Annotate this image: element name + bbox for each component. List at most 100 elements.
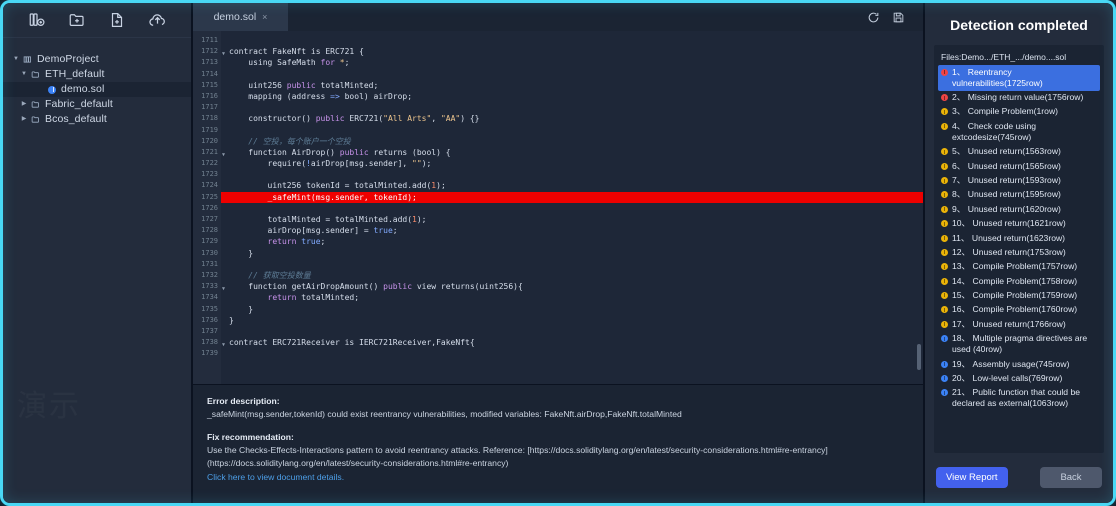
tree-item-demoproject[interactable]: ▼ DemoProject (3, 52, 191, 67)
result-item[interactable]: 14、 Compile Problem(1758row) (938, 274, 1100, 288)
result-item[interactable]: 17、 Unused return(1766row) (938, 317, 1100, 331)
chevron-icon[interactable]: ▶ (19, 97, 29, 112)
result-item[interactable]: 9、 Unused return(1620row) (938, 202, 1100, 216)
result-item[interactable]: 2、 Missing return value(1756row) (938, 91, 1100, 105)
result-item-label: 15、 Compile Problem(1759row) (952, 289, 1078, 300)
line-number: 1725 (201, 192, 218, 201)
code-token: public (315, 114, 345, 124)
result-item[interactable]: 3、 Compile Problem(1row) (938, 105, 1100, 119)
code-token: using SafeMath (229, 58, 321, 68)
result-item-label: 18、 Multiple pragma directives are used … (952, 333, 1088, 355)
upload-cloud-icon[interactable] (146, 9, 168, 31)
refresh-icon[interactable] (867, 11, 880, 24)
result-item[interactable]: 12、 Unused return(1753row) (938, 245, 1100, 259)
result-item[interactable]: 8、 Unused return(1595row) (938, 188, 1100, 202)
code-line: require(!airDrop[msg.sender], ""); (229, 158, 923, 169)
severity-high-icon (941, 68, 948, 76)
tab-label: demo.sol (213, 11, 257, 23)
code-token: => (330, 91, 340, 101)
code-token: ERC721( (344, 114, 384, 124)
code-token: true (373, 226, 393, 236)
result-item[interactable]: 6、 Unused return(1565row) (938, 159, 1100, 173)
detection-results-list[interactable]: Files:Demo.../ETH_.../demo....sol 1、 Ree… (934, 45, 1104, 453)
tree-item-demo-sol[interactable]: demo.sol (3, 82, 191, 97)
result-item[interactable]: 18、 Multiple pragma directives are used … (938, 331, 1100, 357)
save-icon[interactable] (892, 11, 905, 24)
line-number: 1716 (201, 91, 218, 100)
line-number: 1728 (201, 226, 218, 235)
new-project-icon[interactable] (26, 9, 48, 31)
code-token: bool) airDrop; (339, 91, 413, 101)
result-item[interactable]: 15、 Compile Problem(1759row) (938, 288, 1100, 302)
sidebar-toolbar (3, 3, 191, 38)
editor-vertical-scrollbar[interactable] (917, 344, 921, 370)
code-token: ) {} (460, 114, 480, 124)
tree-item-fabric-default[interactable]: ▶ Fabric_default (3, 97, 191, 112)
result-item-label: 16、 Compile Problem(1760row) (952, 304, 1078, 315)
code-line: } (229, 304, 923, 315)
line-number: 1739 (201, 349, 218, 358)
files-path-label: Files:Demo.../ETH_.../demo....sol (941, 52, 1067, 62)
code-line: // 空投，每个账户一个空投 (229, 136, 923, 147)
result-item-label: 9、 Unused return(1620row) (952, 203, 1061, 214)
result-item[interactable]: 11、 Unused return(1623row) (938, 231, 1100, 245)
code-token: contract (229, 47, 273, 57)
new-folder-icon[interactable] (66, 9, 88, 31)
tree-item-eth-default[interactable]: ▼ ETH_default (3, 67, 191, 82)
chevron-icon[interactable]: ▼ (11, 52, 21, 67)
result-item[interactable]: 16、 Compile Problem(1760row) (938, 303, 1100, 317)
line-number: 1732 (201, 270, 218, 279)
chevron-icon[interactable]: ▶ (19, 112, 29, 127)
code-token: for (320, 58, 335, 68)
result-item[interactable]: 4、 Check code using extcodesize(745row) (938, 119, 1100, 145)
severity-low-icon (941, 389, 948, 397)
tree-item-bcos-default[interactable]: ▶ Bcos_default (3, 112, 191, 127)
new-file-icon[interactable] (106, 9, 128, 31)
editor-actions (867, 3, 923, 31)
result-items-container: 1、 Reentrancy vulnerabilities(1725row) 2、… (938, 65, 1100, 411)
result-item[interactable]: 1、 Reentrancy vulnerabilities(1725row) (938, 65, 1100, 91)
code-token: ; (320, 237, 326, 247)
fix-recommendation-body: Use the Checks-Effects-Interactions patt… (207, 445, 828, 456)
tree-item-label: Bcos_default (45, 113, 107, 125)
close-icon[interactable]: × (262, 12, 267, 22)
result-item-label: 10、 Unused return(1621row) (952, 218, 1066, 229)
severity-medium-icon (941, 248, 948, 256)
chevron-icon[interactable]: ▼ (19, 67, 29, 82)
result-item-label: 13、 Compile Problem(1757row) (952, 261, 1078, 272)
code-editor[interactable]: 1711 1712 ▼ 1713 1714 1715 1716 1717 1718 1719 172… (193, 31, 923, 385)
code-token: { (354, 47, 364, 57)
result-item[interactable]: 10、 Unused return(1621row) (938, 217, 1100, 231)
back-button[interactable]: Back (1040, 466, 1102, 488)
result-item-label: 19、 Assembly usage(745row) (952, 358, 1070, 369)
code-content[interactable]: contract FakeNft is ERC721 { using SafeM… (221, 31, 923, 384)
result-item[interactable]: 5、 Unused return(1563row) (938, 145, 1100, 159)
severity-medium-icon (941, 205, 948, 213)
line-number: 1715 (201, 80, 218, 89)
document-details-link[interactable]: Click here to view document details. (207, 471, 344, 483)
result-item[interactable]: 19、 Assembly usage(745row) (938, 357, 1100, 371)
severity-medium-icon (941, 320, 948, 328)
code-token: "AA" (440, 114, 461, 124)
result-item-label: 21、 Public function that could be declar… (952, 387, 1081, 409)
code-token: _safeMint(msg.sender, tokenId); (229, 192, 417, 202)
result-item[interactable]: 21、 Public function that could be declar… (938, 386, 1100, 412)
error-description-body: _safeMint(msg.sender,tokenId) could exis… (207, 409, 682, 420)
tab-demo-sol[interactable]: demo.sol × (193, 3, 289, 31)
severity-medium-icon (941, 148, 948, 156)
result-item[interactable]: 13、 Compile Problem(1757row) (938, 260, 1100, 274)
view-report-button[interactable]: View Report (936, 466, 1008, 488)
result-item[interactable]: 7、 Unused return(1593row) (938, 174, 1100, 188)
line-number: 1720 (201, 136, 218, 145)
result-item-label: 3、 Compile Problem(1row) (952, 106, 1059, 117)
severity-medium-icon (941, 162, 948, 170)
code-line: // 获取空投数量 (229, 270, 923, 281)
severity-medium-icon (941, 220, 948, 228)
result-item[interactable]: 20、 Low-level calls(769row) (938, 371, 1100, 385)
line-number: 1738 ▼ (193, 337, 225, 348)
line-number: 1722 (201, 159, 218, 168)
code-token: , (431, 114, 441, 124)
code-token: "All Arts" (383, 114, 432, 124)
